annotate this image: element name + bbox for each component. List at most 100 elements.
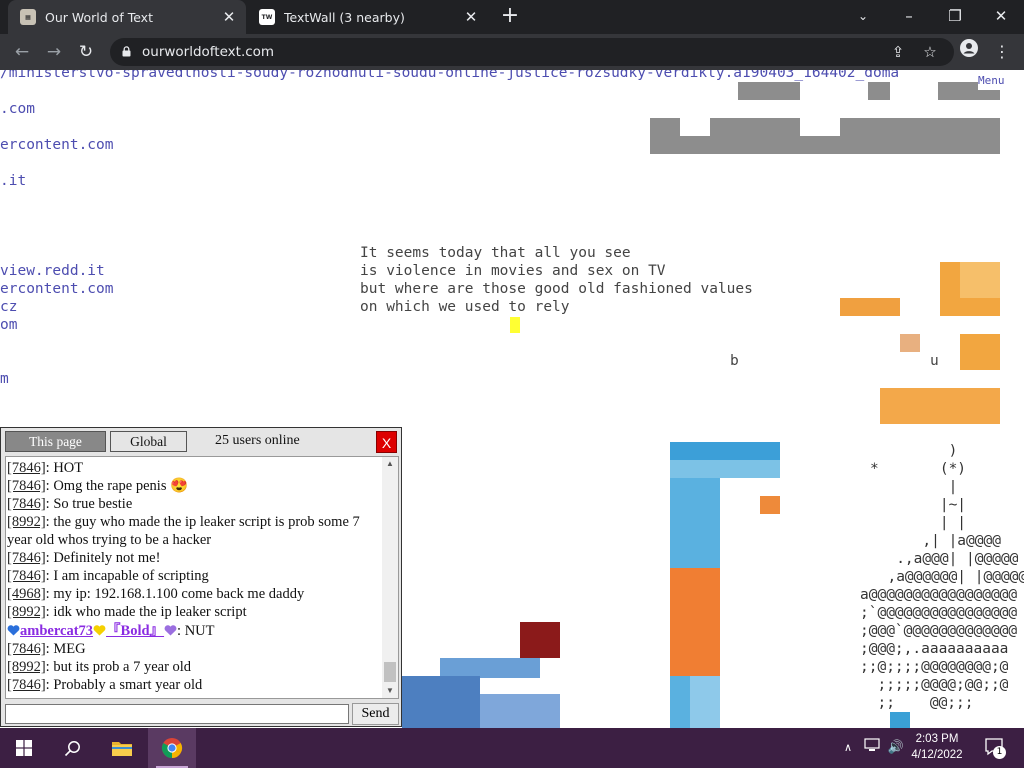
browser-menu-icon[interactable]: ⋮ xyxy=(989,39,1015,65)
chat-message: [7846]: Probably a smart year old xyxy=(7,676,383,694)
share-icon[interactable]: ⇪ xyxy=(888,42,908,62)
tab-textwall[interactable]: TW TextWall (3 nearby) ✕ xyxy=(248,0,488,34)
ascii-art-line: a@@@@@@@@@@@@@@@@@ xyxy=(860,587,1018,603)
pixel-art-block xyxy=(738,82,800,100)
text-world-canvas[interactable]: /ministerstvo-spravedlnosti-soudy-rozhod… xyxy=(0,70,1024,728)
browser-toolbar: ← → ↻ ourworldoftext.com ⇪ ☆ ⋮ xyxy=(0,34,1024,70)
pixel-art-block xyxy=(690,676,720,728)
pixel-art-block xyxy=(670,460,780,478)
link-fragment[interactable]: om xyxy=(0,316,17,334)
message-text: : my ip: 192.168.1.100 come back me dadd… xyxy=(45,586,305,602)
scroll-up-arrow-icon[interactable]: ▲ xyxy=(382,457,398,471)
windows-taskbar: ∧ 🔊 2:03 PM 4/12/2022 1 xyxy=(0,728,1024,768)
purple-heart-icon xyxy=(164,625,177,636)
ascii-art-line: | xyxy=(870,479,958,495)
stray-char: u xyxy=(930,353,939,369)
chat-message-list[interactable]: [7846]: HOT [7846]: Omg the rape penis 😍… xyxy=(5,456,399,699)
blue-heart-icon xyxy=(7,625,20,636)
username-link[interactable]: ambercat73 xyxy=(20,623,93,639)
user-id-link[interactable]: [7846] xyxy=(7,460,46,476)
link-fragment[interactable]: .it xyxy=(0,172,26,190)
link-fragment[interactable]: ercontent.com xyxy=(0,280,114,298)
address-bar[interactable]: ourworldoftext.com ⇪ ☆ xyxy=(110,38,954,66)
send-button[interactable]: Send xyxy=(352,703,399,725)
user-id-link[interactable]: [7846] xyxy=(7,568,46,584)
tab-global[interactable]: Global xyxy=(110,431,187,452)
yellow-heart-icon xyxy=(93,625,106,636)
notifications-icon[interactable]: 1 xyxy=(983,737,1006,759)
minimize-button[interactable]: – xyxy=(886,0,932,34)
tab-title: TextWall (3 nearby) xyxy=(284,9,405,25)
windows-start-icon[interactable] xyxy=(0,728,48,768)
chat-close-button[interactable]: X xyxy=(376,431,397,453)
ascii-art-line: | | xyxy=(870,515,967,531)
pixel-art-block xyxy=(900,334,920,352)
pixel-art-block xyxy=(960,334,1000,370)
pixel-art-block xyxy=(440,658,540,678)
link-fragment[interactable]: m xyxy=(0,370,9,388)
link-fragment[interactable]: ercontent.com xyxy=(0,136,114,154)
textwall-favicon-icon: TW xyxy=(259,9,275,25)
close-window-button[interactable]: ✕ xyxy=(978,0,1024,34)
tab-search-chevron-icon[interactable]: ⌄ xyxy=(840,0,886,34)
volume-icon[interactable]: 🔊 xyxy=(886,738,906,758)
pixel-art-block xyxy=(650,118,680,154)
search-icon[interactable] xyxy=(48,728,96,768)
user-id-link[interactable]: [8992] xyxy=(7,514,46,530)
user-id-link[interactable]: [8992] xyxy=(7,659,46,675)
tab-this-page[interactable]: This page xyxy=(5,431,106,452)
close-tab-icon[interactable]: ✕ xyxy=(462,8,480,26)
scrollbar-thumb[interactable] xyxy=(384,662,396,682)
poem-line: on which we used to rely xyxy=(360,299,570,315)
stray-char: b xyxy=(730,353,739,369)
restore-button[interactable]: ❐ xyxy=(932,0,978,34)
file-explorer-icon[interactable] xyxy=(98,728,146,768)
message-text: : idk who made the ip leaker script xyxy=(45,604,247,620)
ascii-art-line: ;;@;;;;@@@@@@@@;@ xyxy=(860,659,1009,675)
chat-message: [7846]: So true bestie xyxy=(7,495,383,513)
user-id-link[interactable]: [8992] xyxy=(7,604,46,620)
notification-badge: 1 xyxy=(993,746,1006,759)
user-id-link[interactable]: [7846] xyxy=(7,478,46,494)
user-id-link[interactable]: [7846] xyxy=(7,641,46,657)
taskbar-clock[interactable]: 2:03 PM 4/12/2022 xyxy=(906,731,968,763)
menu-link[interactable]: Menu xyxy=(978,72,1005,90)
pixel-art-block xyxy=(520,622,560,658)
user-badge: 『Bold』 xyxy=(106,623,165,639)
user-id-link[interactable]: [7846] xyxy=(7,550,46,566)
ascii-art-line: |~| xyxy=(870,497,967,513)
user-id-link[interactable]: [4968] xyxy=(7,586,46,602)
chat-window: This page Global 25 users online X [7846… xyxy=(0,427,402,727)
message-text: : NUT xyxy=(177,623,215,639)
profile-icon[interactable] xyxy=(956,39,982,65)
close-tab-icon[interactable]: ✕ xyxy=(220,8,238,26)
reload-icon[interactable]: ↻ xyxy=(73,39,99,65)
message-text: : I am incapable of scripting xyxy=(45,568,209,584)
pixel-art-block xyxy=(710,118,800,136)
message-text: : Omg the rape penis 😍 xyxy=(45,478,189,494)
chat-message: [7846]: I am incapable of scripting xyxy=(7,567,383,585)
chat-input[interactable] xyxy=(5,704,349,724)
text-cursor xyxy=(510,317,520,333)
forward-arrow-icon[interactable]: → xyxy=(41,39,67,65)
user-id-link[interactable]: [7846] xyxy=(7,496,46,512)
link-fragment[interactable]: view.redd.it xyxy=(0,262,105,280)
link-fragment[interactable]: cz xyxy=(0,298,17,316)
bookmark-star-icon[interactable]: ☆ xyxy=(920,42,940,62)
chat-message: [8992]: the guy who made the ip leaker s… xyxy=(7,513,383,549)
message-text: : So true bestie xyxy=(45,496,133,512)
pixel-art-block xyxy=(680,136,800,154)
ascii-art-line: ) xyxy=(870,443,958,459)
link-fragment[interactable]: .com xyxy=(0,100,35,118)
network-icon[interactable] xyxy=(862,738,882,758)
tab-our-world-of-text[interactable]: ▦ Our World of Text ✕ xyxy=(8,0,246,34)
user-id-link[interactable]: [7846] xyxy=(7,677,46,693)
show-hidden-icons-chevron-icon[interactable]: ∧ xyxy=(838,738,858,758)
scroll-down-arrow-icon[interactable]: ▼ xyxy=(382,684,398,698)
chat-scrollbar[interactable]: ▲ ▼ xyxy=(382,457,398,698)
ascii-art-line: ,| |a@@@@ xyxy=(870,533,1001,549)
chrome-taskbar-icon[interactable] xyxy=(148,728,196,768)
back-arrow-icon[interactable]: ← xyxy=(9,39,35,65)
top-url-link[interactable]: /ministerstvo-spravedlnosti-soudy-rozhod… xyxy=(0,70,899,82)
new-tab-button[interactable]: + xyxy=(497,4,523,30)
